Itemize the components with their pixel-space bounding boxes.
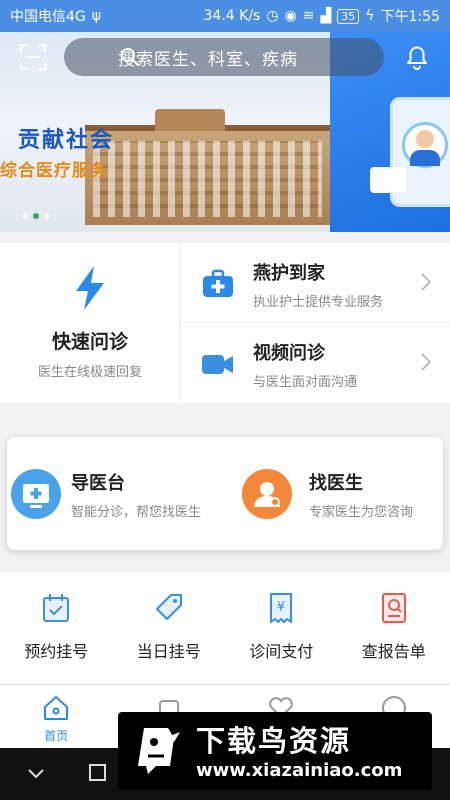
bell-icon[interactable]: [404, 43, 430, 71]
search-placeholder: 搜索医生、科室、疾病: [118, 49, 298, 70]
medical-kit-icon: [203, 269, 233, 297]
grid-item-report[interactable]: 查报告单: [338, 572, 450, 684]
lightning-icon: [76, 266, 104, 310]
video-consult-row[interactable]: 视频问诊 与医生面对面沟通: [181, 323, 450, 403]
find-doctor-title: 找医生: [309, 473, 363, 494]
tab-home-label: 首页: [44, 729, 69, 743]
report-search-icon: [381, 593, 406, 623]
usb-icon: ψ: [91, 8, 102, 24]
chevron-down-icon[interactable]: [26, 764, 46, 784]
banner-subline: 综合医疗服务: [0, 161, 108, 181]
chevron-right-icon: [421, 273, 432, 291]
search-icon: [121, 48, 139, 66]
eye-icon: ◉: [284, 8, 297, 24]
monitor-icon: [11, 469, 61, 519]
wifi-icon: ≋: [302, 8, 315, 24]
status-bar: 中国电信4G ψ 34.4 K/s ◷ ◉ ≋ ▟ 35 ϟ 下午1:55: [0, 0, 450, 32]
watermark-url: www.xiazainiao.com: [196, 760, 403, 781]
receipt-yen-icon: ¥: [270, 593, 293, 623]
hospital-building-image: [85, 109, 330, 225]
grid-item-appointment[interactable]: 预约挂号: [0, 572, 113, 684]
scan-icon[interactable]: [20, 44, 46, 70]
quick-function-grid: 预约挂号 当日挂号 ¥ 诊间支付 查报告单: [0, 572, 450, 684]
home-icon: [44, 696, 69, 720]
calendar-check-icon: [43, 594, 70, 622]
find-doctor-subtitle: 专家医生为您咨询: [309, 505, 414, 520]
video-camera-icon: [202, 355, 233, 374]
svg-text:¥: ¥: [277, 600, 285, 615]
watermark-title: 下载鸟资源: [196, 724, 352, 758]
consult-services-panel: 快速问诊 医生在线极速回复 燕护到家 执业护士提供专业服务 视频问诊 与医生面对…: [0, 243, 450, 403]
pager-dot[interactable]: [22, 213, 28, 219]
guide-desk-subtitle: 智能分诊，帮您找医生: [71, 505, 202, 520]
pager-dot[interactable]: [44, 213, 50, 219]
home-care-row[interactable]: 燕护到家 执业护士提供专业服务: [181, 243, 450, 323]
grid-label: 预约挂号: [24, 642, 89, 661]
quick-consult-subtitle: 医生在线极速回复: [37, 365, 142, 380]
video-consult-title: 视频问诊: [253, 343, 325, 364]
charging-icon: ϟ: [365, 8, 375, 24]
banner-pager[interactable]: [22, 213, 50, 219]
tag-icon: [155, 594, 182, 620]
hero-banner[interactable]: 贡献社会 综合医疗服务: [0, 0, 450, 232]
video-consult-subtitle: 与医生面对面沟通: [253, 375, 358, 390]
home-care-subtitle: 执业护士提供专业服务: [253, 295, 384, 310]
home-square-button[interactable]: [89, 764, 106, 781]
search-bar[interactable]: 搜索医生、科室、疾病: [64, 38, 384, 76]
grid-label: 诊间支付: [249, 642, 314, 661]
network-speed: 34.4 K/s: [203, 8, 261, 24]
guide-card: 导医台 智能分诊，帮您找医生 找医生 专家医生为您咨询: [7, 437, 443, 550]
banner-headline: 贡献社会: [18, 128, 115, 153]
grid-item-payment[interactable]: ¥ 诊间支付: [225, 572, 338, 684]
clock: 下午1:55: [380, 9, 440, 25]
bird-logo-icon: [138, 728, 180, 774]
grid-label: 查报告单: [361, 642, 426, 661]
guide-desk-title: 导医台: [71, 473, 125, 494]
signal-icon: ▟: [320, 8, 332, 24]
carrier-label: 中国电信4G: [10, 9, 86, 25]
chevron-right-icon: [421, 353, 432, 371]
watermark-banner: 下载鸟资源 www.xiazainiao.com: [118, 712, 432, 790]
quick-consult-card[interactable]: 快速问诊 医生在线极速回复: [0, 243, 180, 403]
pager-dot-active[interactable]: [33, 213, 39, 219]
home-care-title: 燕护到家: [253, 263, 325, 284]
alarm-icon: ◷: [266, 8, 279, 24]
battery-icon: 35: [337, 8, 360, 24]
tab-home[interactable]: 首页: [0, 685, 113, 748]
quick-consult-title: 快速问诊: [51, 331, 128, 353]
doctor-icon: [242, 469, 292, 519]
grid-item-same-day[interactable]: 当日挂号: [113, 572, 226, 684]
grid-label: 当日挂号: [136, 642, 201, 661]
